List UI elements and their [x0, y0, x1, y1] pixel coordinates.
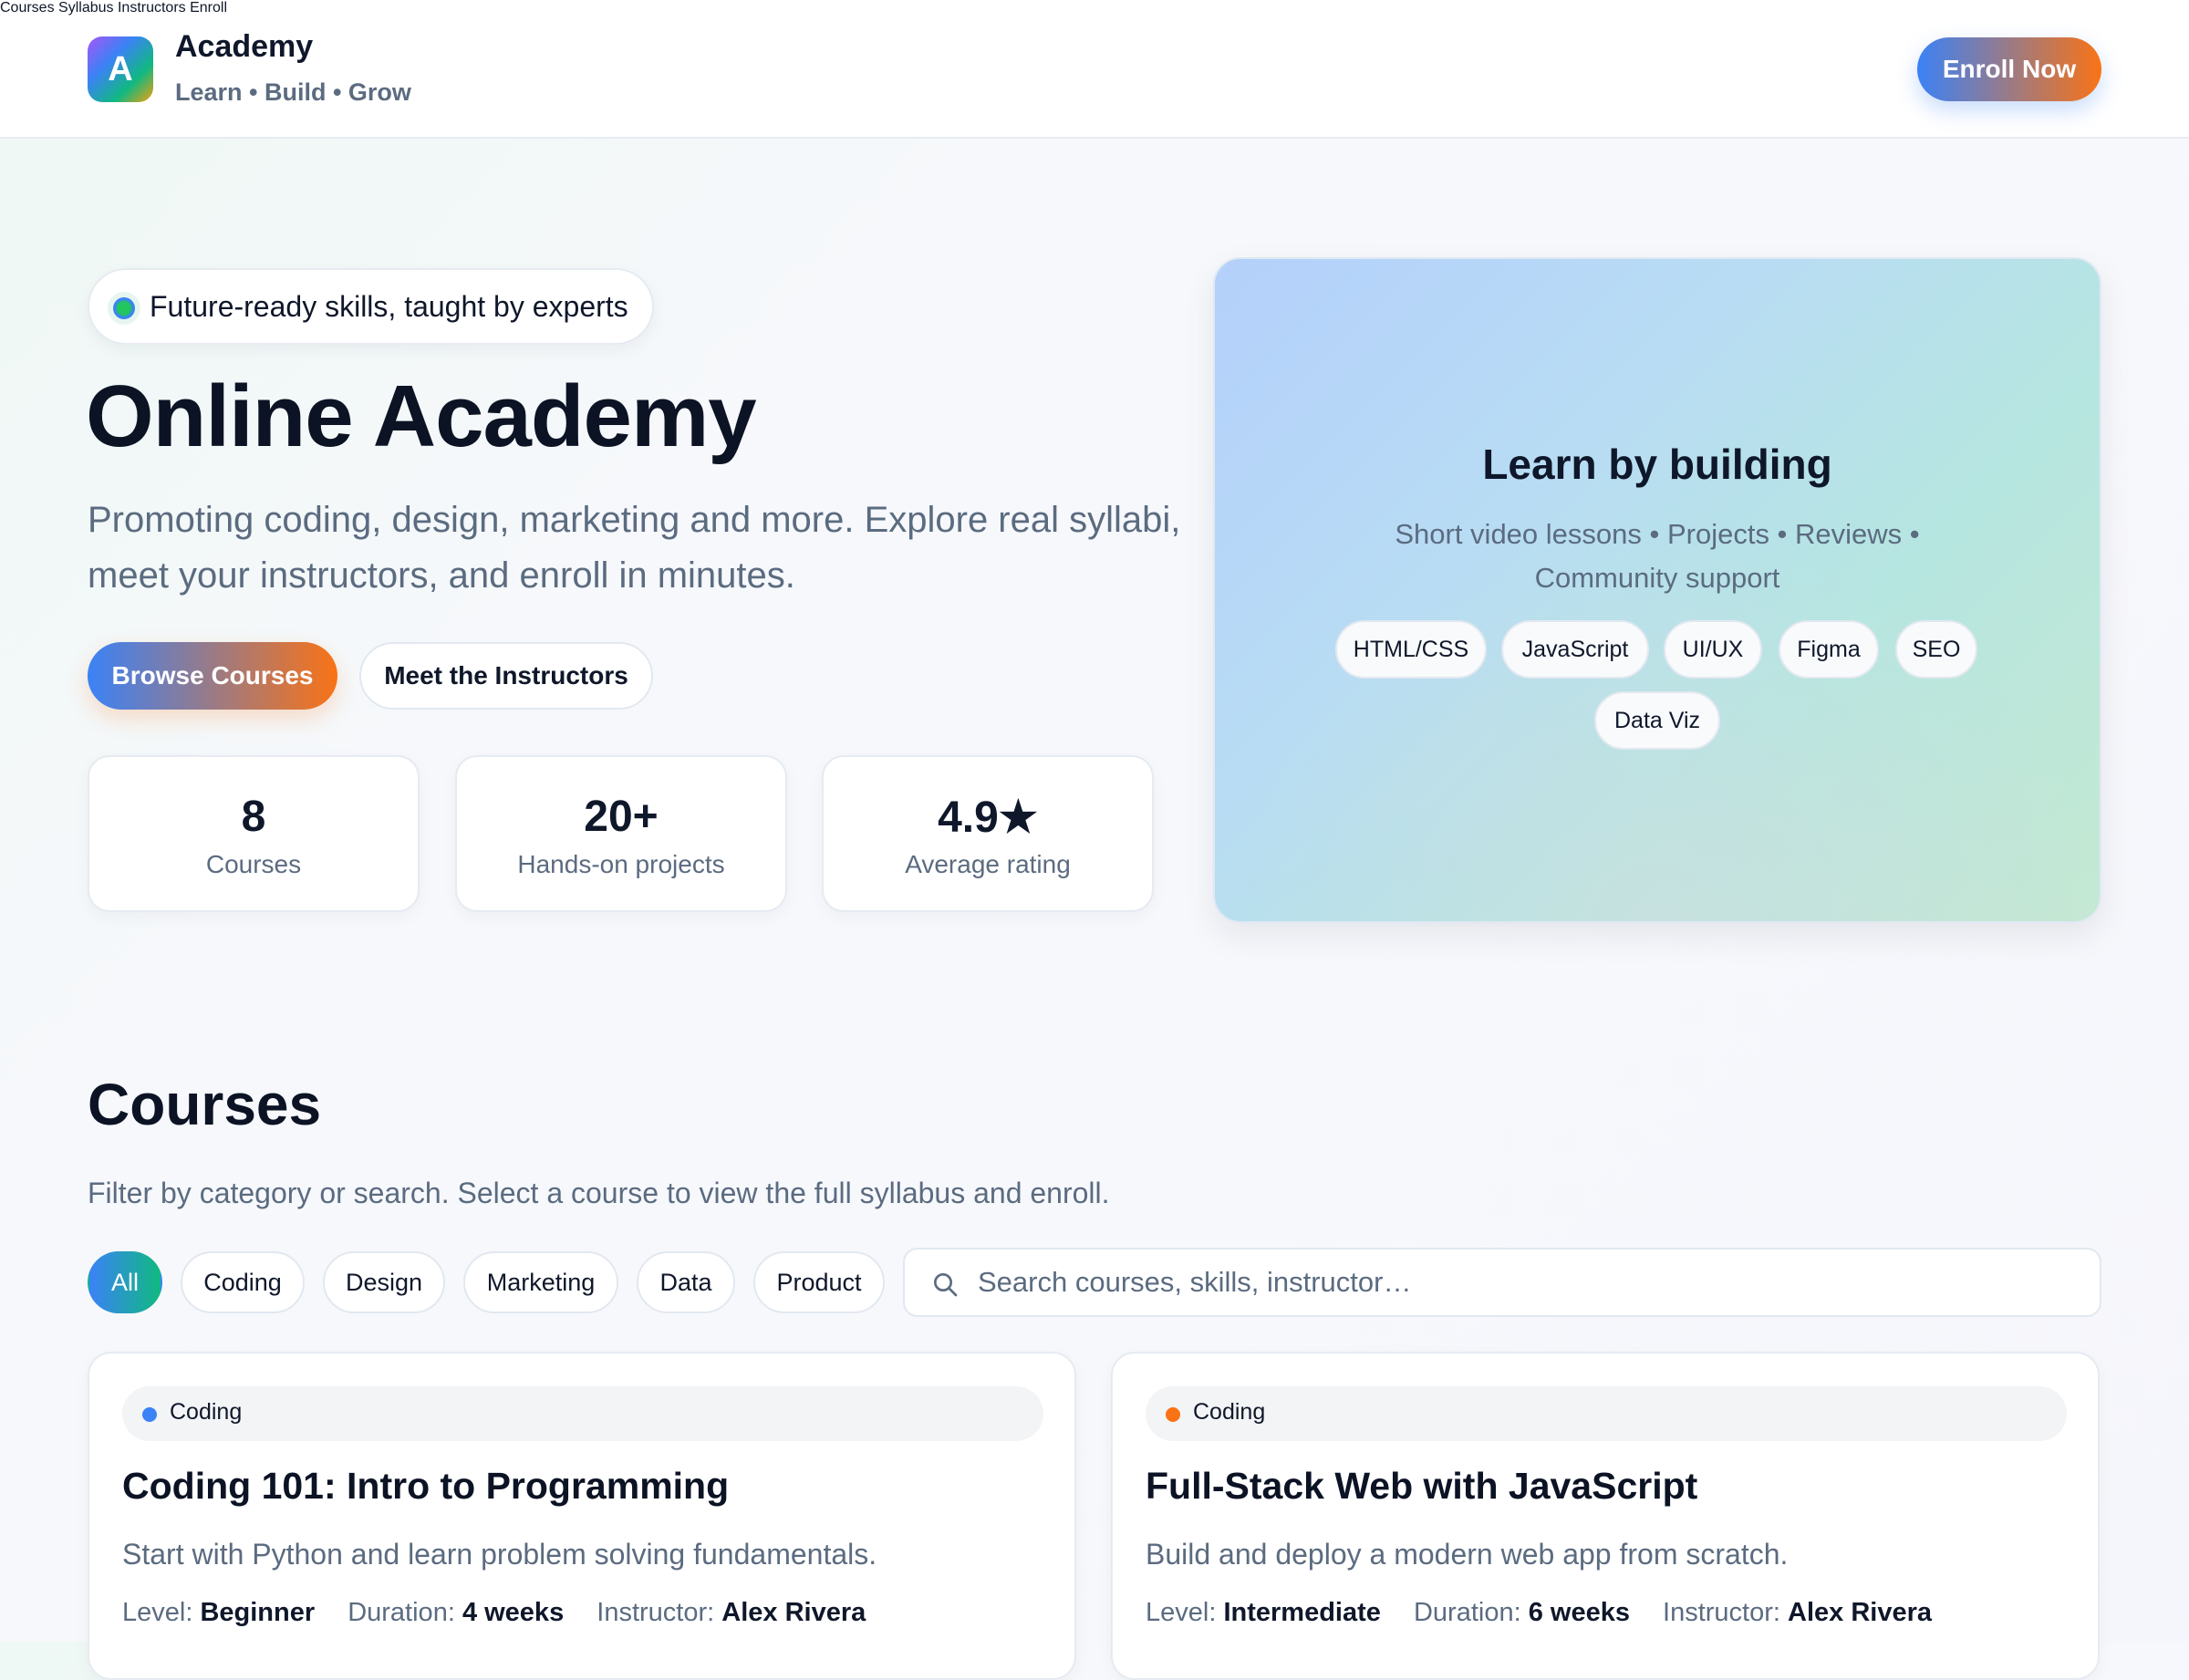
skill-chip: Figma	[1779, 620, 1879, 679]
status-dot-icon	[113, 297, 135, 319]
nav-link-instructors[interactable]: Instructors	[118, 0, 186, 16]
meta-label: Duration:	[348, 1598, 455, 1627]
meta-label: Level:	[122, 1598, 193, 1627]
brand-logo-icon[interactable]: A	[88, 36, 153, 102]
nav-link-courses[interactable]: Courses	[0, 0, 55, 16]
skill-chip: Data Viz	[1594, 691, 1720, 750]
meta-label: Level:	[1146, 1598, 1217, 1627]
top-navigation-bar: A Academy Learn • Build • Grow Courses S…	[0, 0, 2189, 139]
category-dot-icon	[142, 1407, 157, 1422]
course-level: Intermediate	[1223, 1598, 1381, 1627]
stat-value: 20+	[584, 793, 659, 841]
skill-chip: UI/UX	[1664, 620, 1762, 679]
stat-label: Hands-on projects	[517, 850, 725, 878]
hero-tag-pill: Future-ready skills, taught by experts	[88, 268, 654, 345]
meet-instructors-button[interactable]: Meet the Instructors	[359, 642, 653, 710]
category-dot-icon	[1166, 1407, 1180, 1422]
stat-card-rating: 4.9★ Average rating	[822, 755, 1154, 912]
stat-label: Courses	[205, 850, 302, 878]
course-card[interactable]: Coding Full-Stack Web with JavaScript Bu…	[1111, 1352, 2100, 1680]
meta-label: Instructor:	[597, 1598, 715, 1627]
nav-link-enroll[interactable]: Enroll	[190, 0, 227, 16]
hero-description: Promoting coding, design, marketing and …	[88, 500, 1181, 596]
course-category: Coding	[170, 1399, 243, 1425]
meta-label: Instructor:	[1663, 1598, 1780, 1627]
enroll-now-button[interactable]: Enroll Now	[1917, 37, 2101, 101]
browse-courses-button[interactable]: Browse Courses	[88, 642, 337, 710]
stat-card-courses: 8 Courses	[88, 755, 420, 912]
courses-section-title: Courses	[88, 1072, 322, 1137]
search-box	[903, 1248, 2101, 1317]
stat-value: 4.9★	[938, 793, 1038, 842]
course-description: Start with Python and learn problem solv…	[122, 1538, 877, 1571]
course-duration: 6 weeks	[1528, 1598, 1630, 1627]
filter-marketing[interactable]: Marketing	[463, 1251, 618, 1313]
main-nav: Courses Syllabus Instructors Enroll	[0, 0, 2189, 16]
filter-coding[interactable]: Coding	[181, 1251, 305, 1313]
search-input[interactable]	[978, 1259, 2072, 1306]
skill-chip: SEO	[1895, 620, 1977, 679]
course-category: Coding	[1193, 1399, 1266, 1425]
course-description: Build and deploy a modern web app from s…	[1146, 1538, 1789, 1571]
course-instructor: Alex Rivera	[1788, 1598, 1933, 1627]
filter-data[interactable]: Data	[637, 1251, 735, 1313]
feature-card-title: Learn by building	[1482, 441, 1832, 488]
brand-name[interactable]: Academy	[175, 29, 313, 65]
course-instructor: Alex Rivera	[721, 1598, 866, 1627]
meta-label: Duration:	[1413, 1598, 1521, 1627]
course-level: Beginner	[200, 1598, 316, 1627]
stat-value: 8	[241, 793, 266, 841]
course-meta: Level: Intermediate Duration: 6 weeks In…	[1146, 1598, 1932, 1628]
skill-chip: JavaScript	[1501, 620, 1649, 679]
hero-tag-text: Future-ready skills, taught by experts	[150, 289, 628, 323]
course-duration: 4 weeks	[462, 1598, 565, 1627]
nav-link-syllabus[interactable]: Syllabus	[58, 0, 113, 16]
feature-card-subtitle: Short video lessons • Projects • Reviews…	[1395, 518, 1920, 594]
courses-section-description: Filter by category or search. Select a c…	[88, 1177, 1110, 1209]
page-title: Online Academy	[86, 368, 757, 465]
course-title[interactable]: Coding 101: Intro to Programming	[122, 1465, 729, 1508]
search-icon	[934, 1273, 958, 1297]
hero-feature-card: Learn by building Short video lessons • …	[1213, 257, 2101, 923]
filter-product[interactable]: Product	[753, 1251, 885, 1313]
filter-all[interactable]: All	[88, 1251, 162, 1313]
course-card[interactable]: Coding Coding 101: Intro to Programming …	[88, 1352, 1076, 1680]
filter-design[interactable]: Design	[323, 1251, 445, 1313]
course-category-badge: Coding	[1146, 1386, 2067, 1441]
skill-chip: HTML/CSS	[1335, 620, 1487, 679]
stat-label: Average rating	[905, 850, 1071, 878]
course-category-badge: Coding	[122, 1386, 1043, 1441]
stat-card-projects: 20+ Hands-on projects	[455, 755, 787, 912]
course-meta: Level: Beginner Duration: 4 weeks Instru…	[122, 1598, 866, 1628]
course-title[interactable]: Full-Stack Web with JavaScript	[1146, 1465, 1697, 1508]
brand-tagline: Learn • Build • Grow	[175, 78, 411, 106]
